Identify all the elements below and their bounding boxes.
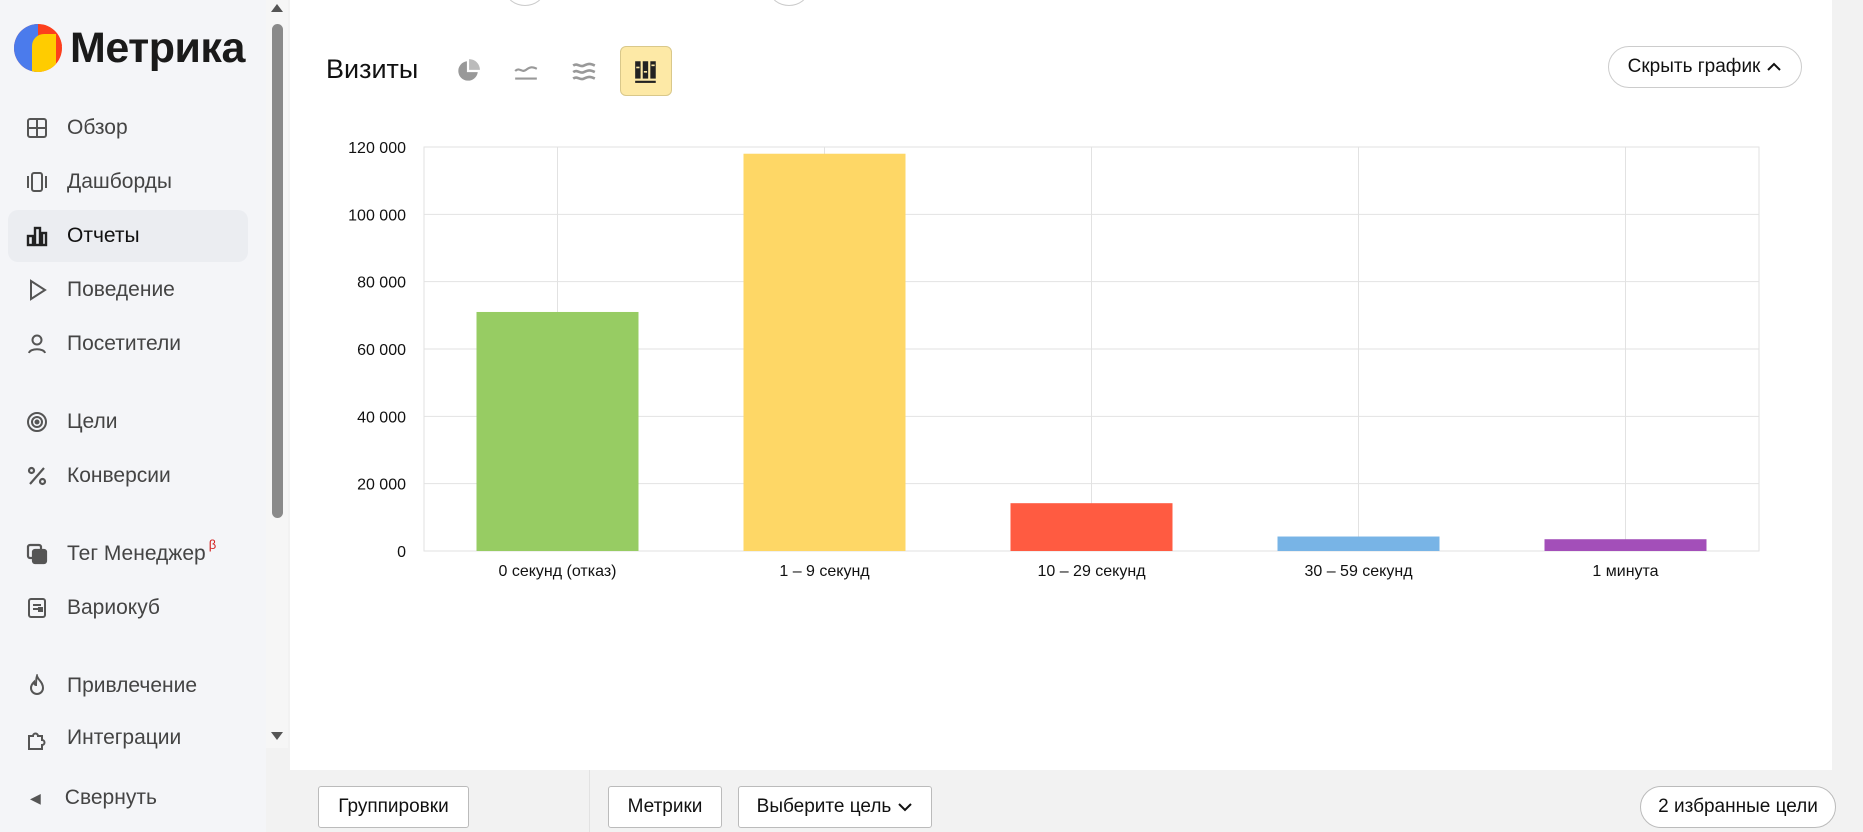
sidebar-item-overview[interactable]: Обзор bbox=[8, 102, 248, 154]
line-chart-type-button[interactable] bbox=[500, 46, 552, 96]
scrollbar-thumb[interactable] bbox=[272, 24, 283, 518]
select-goal-dropdown[interactable]: Выберите цель bbox=[738, 786, 932, 828]
collapse-sidebar-button[interactable]: ◀ Свернуть bbox=[8, 772, 248, 824]
x-tick-label: 1 – 9 секунд bbox=[779, 563, 870, 580]
area-chart-icon bbox=[572, 62, 596, 81]
bar-chart-type-button[interactable] bbox=[620, 46, 672, 96]
sidebar-item-label: Отчеты bbox=[67, 224, 140, 247]
groupings-button[interactable]: Группировки bbox=[318, 786, 469, 828]
sidebar-item-label: Конверсии bbox=[67, 464, 171, 487]
chevron-up-icon bbox=[1767, 62, 1782, 71]
line-chart-icon bbox=[514, 66, 538, 80]
sidebar: Метрика Обзор Дашборды Отчеты Поведение … bbox=[0, 0, 266, 832]
pie-chart-type-button[interactable] bbox=[442, 46, 494, 96]
y-tick-label: 20 000 bbox=[357, 477, 406, 494]
scroll-up-arrow-icon[interactable] bbox=[271, 4, 283, 12]
chevron-down-icon bbox=[898, 803, 913, 812]
top-control-partial[interactable] bbox=[506, 0, 544, 6]
x-tick-label: 1 минута bbox=[1592, 563, 1658, 580]
metrics-button[interactable]: Метрики bbox=[608, 786, 722, 828]
sidebar-item-reports[interactable]: Отчеты bbox=[8, 210, 248, 262]
percent-icon bbox=[23, 462, 51, 490]
chart-panel: Визиты Скрыть график 0 20 000 40 000 60 000… bbox=[290, 0, 1832, 770]
bottom-toolbar: Группировки Метрики Выберите цель 2 избр… bbox=[290, 770, 1863, 832]
bar-chart-icon bbox=[23, 222, 51, 250]
sidebar-item-dashboards[interactable]: Дашборды bbox=[8, 156, 248, 208]
grid-icon bbox=[23, 114, 51, 142]
sidebar-item-label: Цели bbox=[67, 410, 118, 433]
y-tick-label: 80 000 bbox=[357, 275, 406, 292]
sidebar-item-conversions[interactable]: Конверсии bbox=[8, 450, 248, 502]
collapse-label: Свернуть bbox=[64, 786, 157, 809]
hide-chart-label: Скрыть график bbox=[1627, 56, 1761, 77]
sidebar-item-acquisition[interactable]: Привлечение bbox=[8, 660, 248, 712]
sidebar-item-label: Привлечение bbox=[67, 674, 198, 697]
brand-name: Метрика bbox=[70, 23, 245, 72]
divider bbox=[589, 770, 590, 832]
hide-chart-button[interactable]: Скрыть график bbox=[1608, 46, 1802, 88]
sidebar-item-label: Тег Менеджер bbox=[67, 542, 206, 565]
metrika-logo-icon bbox=[14, 24, 62, 72]
variocube-icon bbox=[23, 594, 51, 622]
sidebar-item-visitors[interactable]: Посетители bbox=[8, 318, 248, 370]
logo[interactable]: Метрика bbox=[14, 22, 245, 74]
dashboards-icon bbox=[23, 168, 51, 196]
tag-manager-icon bbox=[23, 540, 51, 568]
sidebar-item-label: Поведение bbox=[67, 278, 175, 301]
select-goal-label: Выберите цель bbox=[756, 796, 892, 817]
sidebar-item-goals[interactable]: Цели bbox=[8, 396, 248, 448]
sidebar-item-tag-manager[interactable]: Тег Менеджер β bbox=[8, 528, 248, 580]
scroll-down-arrow-icon[interactable] bbox=[271, 732, 283, 740]
bar bbox=[1544, 539, 1707, 551]
y-tick-label: 0 bbox=[397, 544, 406, 561]
y-tick-label: 100 000 bbox=[348, 207, 406, 224]
bar bbox=[1277, 536, 1440, 551]
x-tick-label: 0 секунд (отказ) bbox=[499, 563, 617, 580]
pie-chart-icon bbox=[458, 59, 480, 81]
bar-chart-icon bbox=[635, 61, 656, 83]
bar bbox=[476, 311, 639, 551]
play-icon bbox=[23, 276, 51, 304]
bar bbox=[1010, 503, 1173, 551]
chart-title: Визиты bbox=[326, 54, 419, 84]
favorite-goals-button[interactable]: 2 избранные цели bbox=[1640, 786, 1836, 828]
sidebar-item-label: Обзор bbox=[67, 116, 128, 139]
y-tick-label: 120 000 bbox=[348, 140, 406, 157]
top-control-partial[interactable] bbox=[770, 0, 808, 6]
user-icon bbox=[23, 330, 51, 358]
target-icon bbox=[23, 408, 51, 436]
bar bbox=[743, 153, 906, 551]
sidebar-item-label: Вариокуб bbox=[67, 596, 160, 619]
beta-badge: β bbox=[208, 536, 217, 552]
x-tick-label: 10 – 29 секунд bbox=[1037, 563, 1146, 580]
y-tick-label: 40 000 bbox=[357, 409, 406, 426]
sidebar-item-label: Дашборды bbox=[67, 170, 172, 193]
bar-chart: 0 20 000 40 000 60 000 80 000 100 000 120 000 0… bbox=[348, 140, 1760, 580]
area-chart-type-button[interactable] bbox=[558, 46, 610, 96]
fire-icon bbox=[23, 672, 51, 700]
sidebar-item-label: Посетители bbox=[67, 332, 181, 355]
puzzle-icon bbox=[23, 726, 51, 750]
y-tick-label: 60 000 bbox=[357, 342, 406, 359]
sidebar-item-integrations[interactable]: Интеграции bbox=[8, 714, 248, 750]
sidebar-item-label: Интеграции bbox=[67, 726, 182, 749]
x-tick-label: 30 – 59 секунд bbox=[1304, 563, 1413, 580]
caret-left-icon: ◀ bbox=[30, 789, 41, 806]
sidebar-item-variocube[interactable]: Вариокуб bbox=[8, 582, 248, 634]
sidebar-item-behavior[interactable]: Поведение bbox=[8, 264, 248, 316]
